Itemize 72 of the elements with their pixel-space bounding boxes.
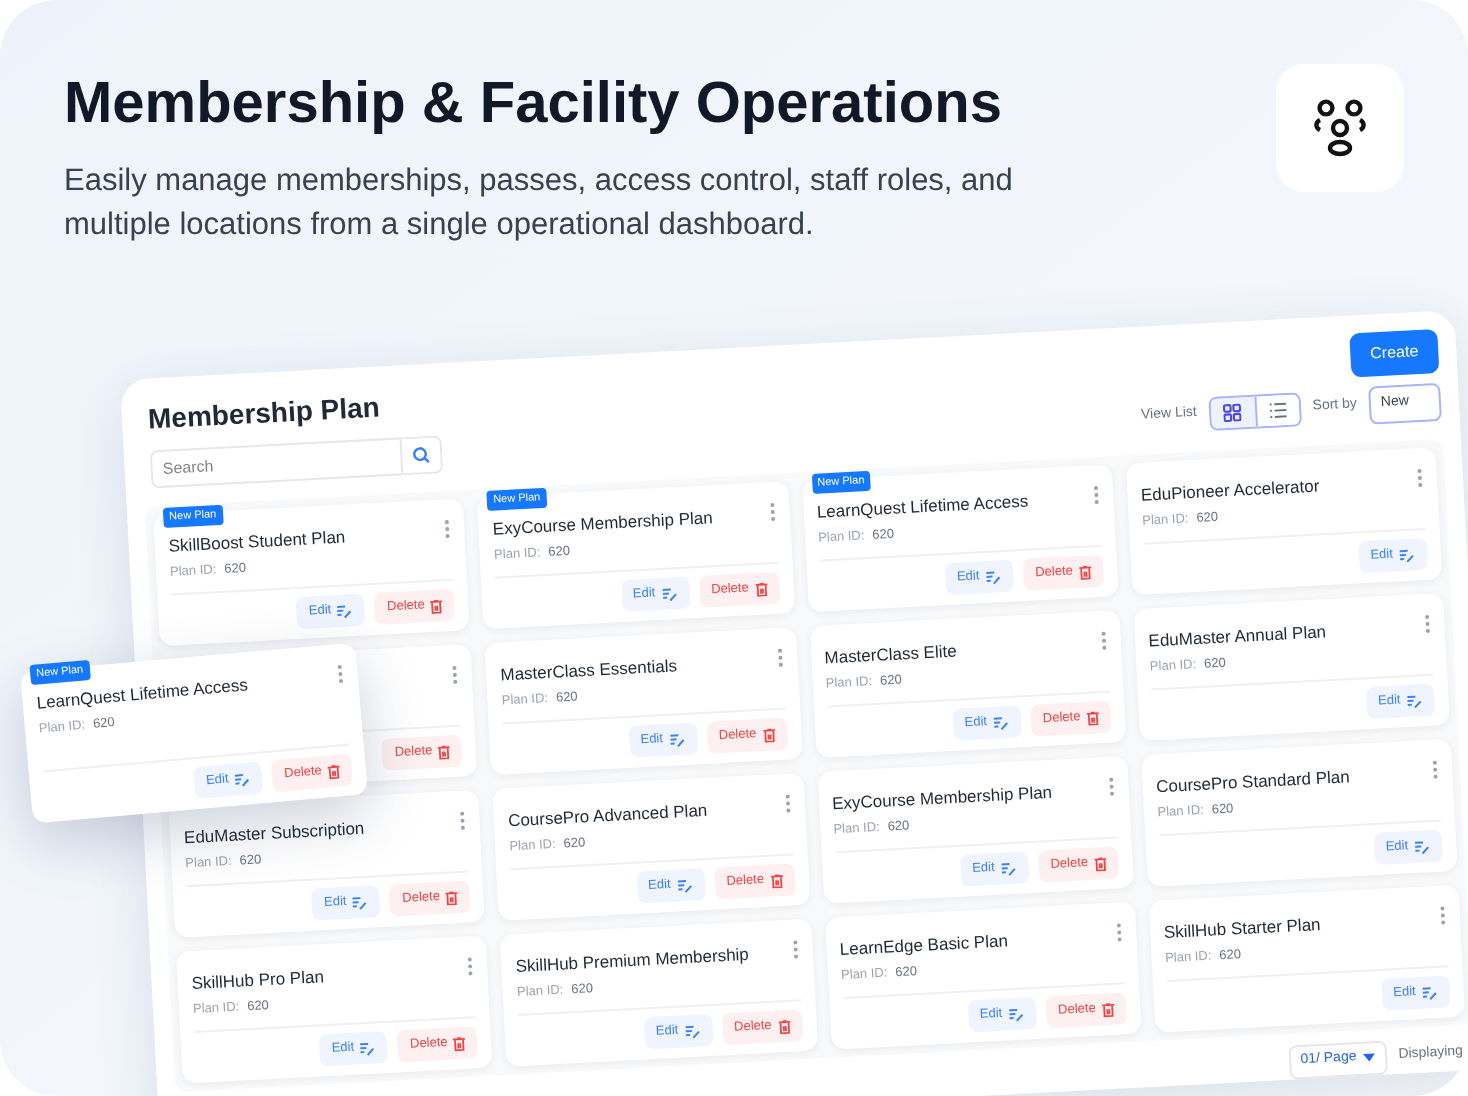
trash-icon — [1086, 710, 1099, 726]
edit-lines-icon — [234, 771, 252, 787]
edit-lines-icon — [992, 715, 1010, 730]
edit-lines-icon — [1421, 985, 1439, 1000]
trash-icon — [327, 763, 341, 779]
more-options-icon[interactable] — [1439, 905, 1447, 926]
plan-title: EduMaster Subscription — [183, 815, 365, 851]
more-options-icon[interactable] — [1424, 613, 1432, 635]
plan-title: LearnEdge Basic Plan — [839, 928, 1009, 963]
plan-title: SkillHub Premium Membership — [515, 941, 750, 980]
more-options-icon[interactable] — [1431, 759, 1439, 780]
plan-title: SkillHub Pro Plan — [191, 964, 325, 997]
more-options-icon[interactable] — [791, 939, 799, 960]
more-options-icon[interactable] — [459, 810, 467, 831]
edit-lines-icon — [668, 732, 686, 747]
edit-lines-icon — [985, 569, 1002, 585]
more-options-icon[interactable] — [444, 518, 452, 540]
panel-title: Membership Plan — [146, 387, 381, 438]
more-options-icon[interactable] — [1416, 467, 1424, 489]
grid-view-toggle[interactable] — [1210, 396, 1256, 429]
trash-icon — [1078, 564, 1092, 580]
more-options-icon[interactable] — [1115, 922, 1123, 943]
people-group-icon — [1310, 98, 1370, 158]
more-options-icon[interactable] — [1107, 776, 1115, 797]
trash-icon — [762, 727, 775, 743]
list-icon — [1268, 401, 1288, 420]
more-options-icon[interactable] — [467, 956, 475, 977]
plan-title: MasterClass Essentials — [499, 653, 678, 688]
edit-lines-icon — [683, 1023, 701, 1039]
edit-lines-icon — [661, 586, 678, 602]
edit-lines-icon — [676, 878, 693, 893]
plan-title: EduPioneer Accelerator — [1140, 473, 1320, 509]
trash-icon — [1101, 1002, 1115, 1017]
trash-icon — [438, 744, 451, 760]
list-view-toggle[interactable] — [1254, 394, 1300, 427]
trash-icon — [430, 598, 444, 614]
caret-icon — [1362, 1053, 1375, 1063]
plan-title: CoursePro Advanced Plan — [507, 797, 708, 834]
edit-lines-icon — [1413, 839, 1431, 855]
more-options-icon[interactable] — [451, 664, 459, 685]
trash-icon — [1093, 856, 1107, 871]
edit-lines-icon — [352, 894, 369, 910]
plan-title: ExyCourse Membership Plan — [831, 779, 1053, 817]
more-options-icon[interactable] — [1100, 630, 1107, 652]
trash-icon — [445, 890, 459, 905]
more-options-icon[interactable] — [775, 647, 783, 668]
edit-lines-icon — [1406, 693, 1423, 709]
edit-lines-icon — [336, 603, 354, 619]
plan-title: SkillBoost Student Plan — [168, 524, 346, 560]
trash-icon — [453, 1036, 467, 1051]
plan-title: MasterClass Elite — [823, 638, 958, 671]
edit-lines-icon — [1007, 1006, 1025, 1022]
edit-lines-icon — [1000, 861, 1018, 876]
more-options-icon[interactable] — [783, 793, 791, 814]
edit-lines-icon — [359, 1040, 377, 1056]
search-field[interactable]: Search — [149, 437, 404, 489]
page-title: Membership & Facility Operations — [64, 70, 1004, 140]
grid-icon — [1223, 403, 1243, 423]
edit-lines-icon — [1398, 547, 1416, 563]
trash-icon — [754, 581, 768, 597]
trash-icon — [769, 873, 783, 888]
page-subtitle: Easily manage memberships, passes, access control, staff roles, and multiple locations from a single operational dashboard. — [64, 162, 1015, 247]
more-options-icon[interactable] — [336, 663, 345, 685]
trash-icon — [777, 1019, 791, 1034]
plan-title: EduMaster Annual Plan — [1147, 619, 1327, 654]
search-button[interactable] — [401, 435, 444, 476]
search-icon — [411, 445, 431, 465]
more-options-icon[interactable] — [768, 501, 776, 523]
plan-title: CoursePro Standard Plan — [1155, 764, 1351, 800]
create-button[interactable]: Create — [1349, 329, 1440, 378]
plan-title: SkillHub Starter Plan — [1163, 911, 1322, 946]
more-options-icon[interactable] — [1092, 484, 1100, 506]
